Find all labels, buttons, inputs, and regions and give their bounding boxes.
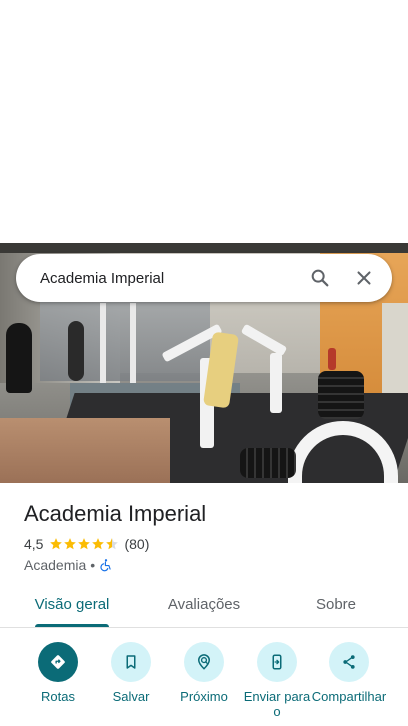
star-rating [49,537,119,551]
save-button-circle [111,642,151,682]
wheelchair-icon [100,559,111,572]
star-icon [92,538,105,550]
action-bar: Rotas Salvar Próximo Enviar para o Compa… [0,642,408,726]
share-button[interactable]: Compartilhar [311,642,387,725]
directions-button-circle [38,642,78,682]
directions-button[interactable]: Rotas [20,642,96,725]
search-input[interactable]: Academia Imperial [40,270,296,287]
send-to-phone-button[interactable]: Enviar para o [239,642,315,725]
tab-selected-indicator [35,624,109,627]
share-label: Compartilhar [311,689,387,704]
nearby-button[interactable]: Próximo [166,642,242,725]
tab-overview[interactable]: Visão geral [18,580,126,628]
search-button[interactable] [300,258,340,298]
directions-icon [51,655,65,669]
star-icon [78,538,91,550]
review-count[interactable]: (80) [124,536,149,552]
close-icon [357,271,371,285]
search-icon [311,269,329,287]
place-category: Academia [24,557,87,573]
share-icon [343,655,355,669]
separator-dot: • [90,557,96,573]
send-to-phone-button-circle [257,642,297,682]
share-button-circle [329,642,369,682]
tab-bar: Visão geral Avaliações Sobre [0,580,408,628]
clear-search-button[interactable] [344,258,384,298]
place-title: Academia Imperial [24,501,207,526]
rating-row[interactable]: 4,5 (80) [24,535,149,553]
bookmark-icon [126,655,136,669]
directions-label: Rotas [41,689,75,704]
tab-about[interactable]: Sobre [290,580,382,628]
nearby-icon [198,654,210,670]
tab-reviews[interactable]: Avaliações [150,580,258,628]
send-to-phone-icon [272,654,282,670]
star-icon [106,538,119,550]
save-label: Salvar [112,689,150,704]
nearby-label: Próximo [180,689,228,704]
send-to-phone-label: Enviar para o [243,689,311,719]
save-button[interactable]: Salvar [93,642,169,725]
search-bar[interactable]: Academia Imperial [16,254,392,302]
nearby-button-circle [184,642,224,682]
place-details-screen: Academia Imperial Academia Imperial 4,5 … [0,0,408,726]
star-icon [50,538,63,550]
star-icon [64,538,77,550]
rating-value: 4,5 [24,536,44,552]
category-row: Academia • [24,556,113,574]
